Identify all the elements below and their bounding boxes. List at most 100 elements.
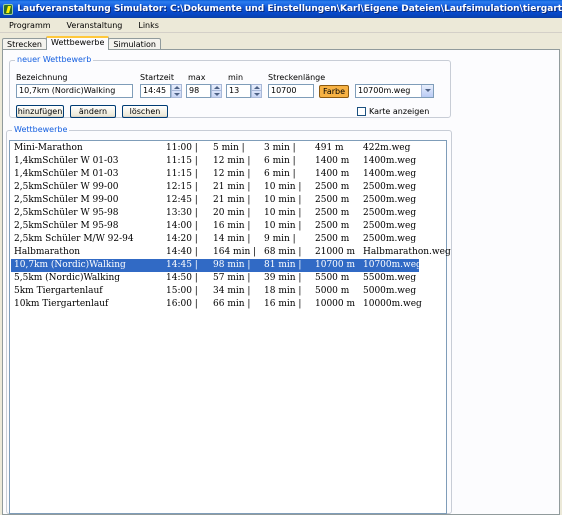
row-name: 1,4kmSchüler W 01-03 [14, 156, 119, 166]
row-route: 5000m.weg [363, 286, 417, 296]
max-spinner[interactable] [211, 84, 222, 98]
route-select-value: 10700m.weg [358, 86, 411, 95]
row-max: 20 min | [213, 208, 251, 218]
karte-label: Karte anzeigen [369, 107, 430, 116]
row-startzeit: 14:45 | [166, 260, 198, 270]
row-startzeit: 11:15 | [166, 156, 198, 166]
bezeichnung-label: Bezeichnung [16, 73, 68, 82]
list-item[interactable]: 2,5kmSchüler M 95-98 14:00 | 16 min | 10 mi… [11, 220, 441, 233]
list-item[interactable]: 1,4kmSchüler M 01-03 11:15 | 12 min | 6 min… [11, 168, 441, 181]
startzeit-label: Startzeit [140, 73, 175, 82]
row-name: 5km Tiergartenlauf [14, 286, 103, 296]
chevron-down-icon[interactable] [421, 85, 433, 97]
row-name: 2,5kmSchüler M 95-98 [14, 221, 119, 231]
new-competition-legend: neuer Wettbewerb [15, 55, 94, 65]
menu-bar: Programm Veranstaltung Links [0, 18, 562, 33]
list-item[interactable]: 2,5kmSchüler M 99-00 12:45 | 21 min | 10 mi… [11, 194, 441, 207]
row-distance: 2500 m [315, 234, 350, 244]
row-route: 1400m.weg [363, 169, 417, 179]
row-name: 5,5km (Nordic)Walking [14, 273, 121, 283]
row-route: 2500m.weg [363, 234, 417, 244]
menu-links[interactable]: Links [130, 21, 167, 30]
row-max: 12 min | [213, 156, 251, 166]
row-max: 164 min | [213, 247, 257, 257]
row-name: 2,5kmSchüler W 99-00 [14, 182, 119, 192]
row-distance: 2500 m [315, 208, 350, 218]
list-item[interactable]: 5,5km (Nordic)Walking 14:50 | 57 min | 39 m… [11, 272, 441, 285]
window-title: Laufveranstaltung Simulator: C:\Dokument… [17, 4, 562, 14]
tab-wettbewerbe[interactable]: Wettbewerbe [46, 36, 110, 50]
row-distance: 2500 m [315, 182, 350, 192]
row-min: 10 min | [264, 182, 302, 192]
row-distance: 1400 m [315, 169, 350, 179]
row-max: 21 min | [213, 195, 251, 205]
add-button[interactable]: hinzufügen [16, 105, 64, 118]
change-button[interactable]: ändern [70, 105, 116, 118]
row-name: 2,5kmSchüler M 99-00 [14, 195, 119, 205]
row-max: 16 min | [213, 221, 251, 231]
row-route: 10700m.weg [363, 260, 422, 270]
row-startzeit: 12:15 | [166, 182, 198, 192]
bezeichnung-input[interactable]: 10,7km (Nordic)Walking [16, 84, 133, 98]
list-item[interactable]: Mini-Marathon 11:00 | 5 min | 3 min | 491 m 4… [11, 142, 441, 155]
min-input[interactable]: 13 [226, 84, 251, 98]
list-item[interactable]: 2,5kmSchüler W 95-98 13:30 | 20 min | 10 mi… [11, 207, 441, 220]
max-input[interactable]: 98 [186, 84, 211, 98]
row-startzeit: 15:00 | [166, 286, 198, 296]
row-startzeit: 13:30 | [166, 208, 198, 218]
row-min: 10 min | [264, 221, 302, 231]
competitions-list[interactable]: Mini-Marathon 11:00 | 5 min | 3 min | 491 m 4… [9, 140, 451, 514]
app-icon [3, 3, 14, 15]
row-distance: 21000 m [315, 247, 356, 257]
list-item[interactable]: 10,7km (Nordic)Walking 14:45 | 98 min | 81 … [11, 259, 422, 272]
menu-veranstaltung[interactable]: Veranstaltung [59, 21, 131, 30]
min-spinner[interactable] [251, 84, 262, 98]
list-item[interactable]: 10km Tiergartenlauf 16:00 | 66 min | 16 min… [11, 298, 441, 311]
row-route: 422m.weg [363, 143, 411, 153]
startzeit-spinner[interactable] [171, 84, 182, 98]
delete-button[interactable]: löschen [122, 105, 168, 118]
row-min: 81 min | [264, 260, 302, 270]
row-distance: 2500 m [315, 195, 350, 205]
row-min: 68 min | [264, 247, 302, 257]
row-distance: 2500 m [315, 221, 350, 231]
row-startzeit: 14:00 | [166, 221, 198, 231]
row-startzeit: 11:15 | [166, 169, 198, 179]
row-distance: 1400 m [315, 156, 350, 166]
row-name: 2,5km Schüler M/W 92-94 [14, 234, 134, 244]
row-max: 34 min | [213, 286, 251, 296]
row-route: 1400m.weg [363, 156, 417, 166]
row-min: 3 min | [264, 143, 296, 153]
row-distance: 5500 m [315, 273, 350, 283]
list-item[interactable]: Halbmarathon 14:40 | 164 min | 68 min | 2100… [11, 246, 451, 259]
row-min: 6 min | [264, 156, 296, 166]
list-item[interactable]: 2,5km Schüler M/W 92-94 14:20 | 14 min | 9 … [11, 233, 441, 246]
row-startzeit: 14:50 | [166, 273, 198, 283]
route-select[interactable]: 10700m.weg [355, 84, 434, 98]
row-name: Halbmarathon [14, 247, 81, 257]
karte-checkbox[interactable] [357, 107, 366, 116]
row-route: 10000m.weg [363, 299, 422, 309]
row-distance: 491 m [315, 143, 344, 153]
row-min: 18 min | [264, 286, 302, 296]
list-item[interactable]: 2,5kmSchüler W 99-00 12:15 | 21 min | 10 mi… [11, 181, 441, 194]
row-route: 2500m.weg [363, 182, 417, 192]
row-min: 10 min | [264, 208, 302, 218]
row-startzeit: 14:20 | [166, 234, 198, 244]
startzeit-input[interactable]: 14:45 [140, 84, 171, 98]
row-min: 16 min | [264, 299, 302, 309]
row-max: 14 min | [213, 234, 251, 244]
streckenlaenge-input[interactable]: 10700 [268, 84, 314, 98]
row-max: 66 min | [213, 299, 251, 309]
spin-down-icon[interactable] [172, 91, 181, 97]
list-item[interactable]: 1,4kmSchüler W 01-03 11:15 | 12 min | 6 min… [11, 155, 441, 168]
row-max: 98 min | [213, 260, 251, 270]
farbe-button[interactable]: Farbe [319, 85, 349, 98]
row-min: 9 min | [264, 234, 296, 244]
list-item[interactable]: 5km Tiergartenlauf 15:00 | 34 min | 18 min … [11, 285, 441, 298]
row-startzeit: 16:00 | [166, 299, 198, 309]
spin-down-icon[interactable] [212, 91, 221, 97]
competitions-legend: Wettbewerbe [12, 125, 70, 135]
menu-programm[interactable]: Programm [0, 21, 59, 30]
spin-down-icon[interactable] [252, 91, 261, 97]
